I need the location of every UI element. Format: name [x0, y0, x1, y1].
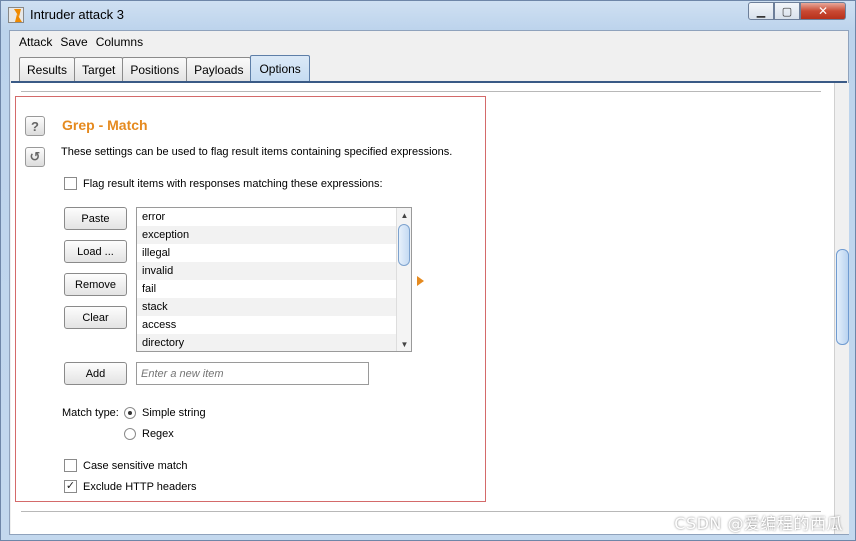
grep-match-panel: ? ↺ Grep - Match These settings can be u…	[15, 96, 486, 502]
regex-label: Regex	[142, 428, 174, 440]
list-scrollbar[interactable]: ▲ ▼	[396, 208, 411, 351]
options-content: ? ↺ Grep - Match These settings can be u…	[11, 83, 834, 534]
top-separator	[21, 91, 821, 92]
remove-button[interactable]: Remove	[64, 273, 127, 296]
client-area: Attack Save Columns Results Target Posit…	[9, 30, 849, 535]
expand-arrow-icon[interactable]	[417, 276, 424, 286]
burp-app-icon	[8, 7, 24, 23]
main-scrollbar[interactable]	[834, 83, 849, 534]
exclude-headers-label: Exclude HTTP headers	[83, 480, 197, 493]
simple-string-radio[interactable]	[124, 407, 136, 419]
flag-items-row[interactable]: Flag result items with responses matchin…	[64, 177, 383, 190]
tab-strip: Results Target Positions Payloads Option…	[19, 55, 310, 81]
menu-columns[interactable]: Columns	[96, 35, 143, 49]
list-item[interactable]: invalid	[137, 262, 396, 280]
tab-results[interactable]: Results	[19, 57, 76, 81]
list-item[interactable]: error	[137, 208, 396, 226]
intruder-window: Intruder attack 3 ▁ ▢ ✕ Attack Save Colu…	[0, 0, 856, 541]
flag-items-checkbox[interactable]	[64, 177, 77, 190]
close-icon[interactable]: ✕	[800, 2, 846, 20]
window-title: Intruder attack 3	[30, 7, 124, 22]
paste-button[interactable]: Paste	[64, 207, 127, 230]
section-description: These settings can be used to flag resul…	[61, 146, 453, 158]
help-icon[interactable]: ?	[25, 116, 45, 136]
list-item[interactable]: fail	[137, 280, 396, 298]
flag-items-label: Flag result items with responses matchin…	[83, 177, 383, 190]
tab-payloads[interactable]: Payloads	[186, 57, 252, 81]
list-item[interactable]: illegal	[137, 244, 396, 262]
scroll-down-icon[interactable]: ▼	[397, 337, 411, 351]
load-button[interactable]: Load ...	[64, 240, 127, 263]
case-sensitive-row[interactable]: Case sensitive match	[64, 459, 188, 472]
simple-string-label: Simple string	[142, 407, 206, 419]
list-item[interactable]: access	[137, 316, 396, 334]
main-scroll-thumb[interactable]	[836, 249, 849, 345]
tab-target[interactable]: Target	[74, 57, 124, 81]
new-item-input[interactable]	[136, 362, 369, 385]
tab-options[interactable]: Options	[250, 55, 310, 81]
scroll-up-icon[interactable]: ▲	[397, 208, 411, 222]
case-sensitive-checkbox[interactable]	[64, 459, 77, 472]
match-type-label: Match type:	[62, 407, 119, 419]
minimize-icon[interactable]: ▁	[748, 2, 774, 20]
list-item[interactable]: directory	[137, 334, 396, 351]
expressions-list[interactable]: error exception illegal invalid fail sta…	[136, 207, 412, 352]
regex-radio[interactable]	[124, 428, 136, 440]
list-scroll-thumb[interactable]	[398, 224, 410, 266]
clear-button[interactable]: Clear	[64, 306, 127, 329]
match-simple-string[interactable]: Simple string	[124, 407, 206, 419]
menu-save[interactable]: Save	[60, 35, 87, 49]
exclude-headers-checkbox[interactable]: ✓	[64, 480, 77, 493]
title-bar[interactable]: Intruder attack 3 ▁ ▢ ✕	[1, 1, 855, 29]
match-regex[interactable]: Regex	[124, 428, 174, 440]
section-title: Grep - Match	[62, 117, 148, 133]
tab-positions[interactable]: Positions	[122, 57, 188, 81]
case-sensitive-label: Case sensitive match	[83, 459, 188, 472]
restore-defaults-icon[interactable]: ↺	[25, 147, 45, 167]
menu-attack[interactable]: Attack	[19, 35, 52, 49]
maximize-icon[interactable]: ▢	[774, 2, 800, 20]
exclude-headers-row[interactable]: ✓ Exclude HTTP headers	[64, 480, 197, 493]
menu-bar: Attack Save Columns	[10, 31, 848, 53]
add-button[interactable]: Add	[64, 362, 127, 385]
list-item[interactable]: stack	[137, 298, 396, 316]
watermark: CSDN @爱编程的西瓜	[674, 514, 843, 533]
list-item[interactable]: exception	[137, 226, 396, 244]
